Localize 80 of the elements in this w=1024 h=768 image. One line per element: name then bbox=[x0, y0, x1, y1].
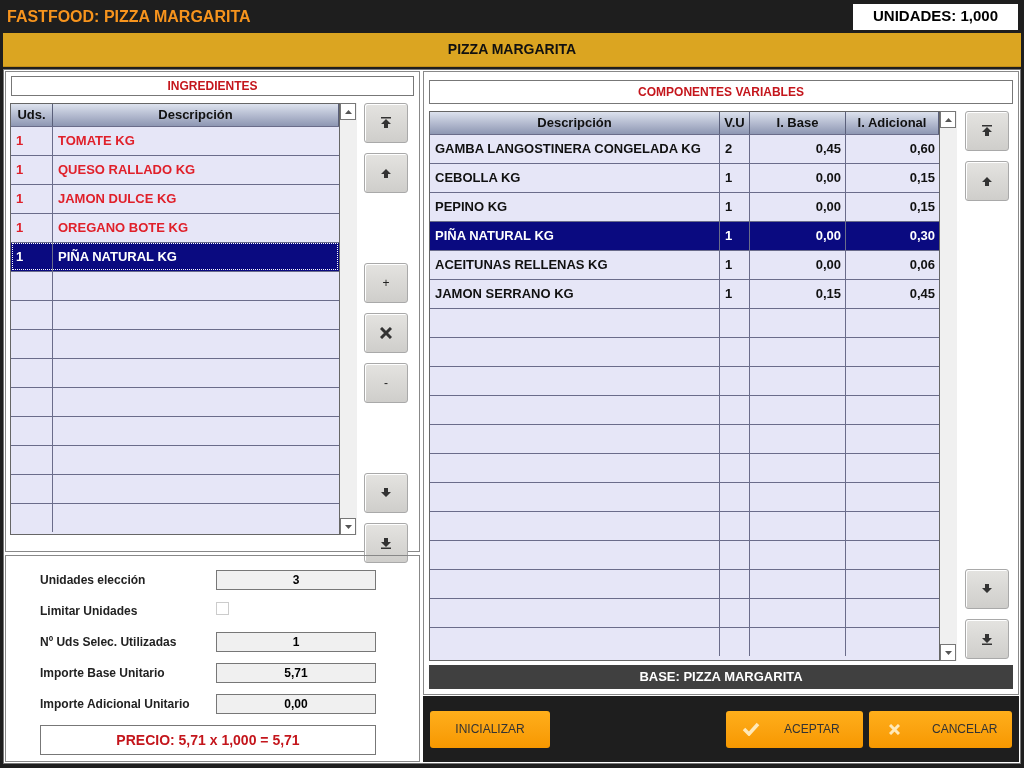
move-end-button[interactable] bbox=[364, 523, 408, 563]
table-cell-text: 0,45 bbox=[908, 285, 936, 304]
arrow-up-icon bbox=[380, 167, 392, 179]
value-field[interactable]: 5,71 bbox=[216, 663, 376, 683]
value-field[interactable]: 1 bbox=[216, 632, 376, 652]
ingredient-row[interactable]: 1 PIÑA NATURAL KG bbox=[11, 242, 339, 271]
arrow-to-bottom-icon bbox=[380, 537, 392, 549]
arrow-up-icon bbox=[981, 175, 993, 187]
ingredient-row[interactable]: 1 TOMATE KG bbox=[11, 126, 339, 155]
table-cell-text: QUESO RALLADO KG bbox=[57, 161, 197, 180]
component-row[interactable]: PIÑA NATURAL KG 1 0,00 0,30 bbox=[430, 221, 939, 250]
price-display: PRECIO: 5,71 x 1,000 = 5,71 bbox=[40, 725, 376, 755]
field-label: Limitar Unidades bbox=[40, 603, 139, 620]
close-icon bbox=[889, 723, 900, 735]
move-end-button[interactable] bbox=[364, 103, 408, 143]
close-icon bbox=[380, 327, 392, 339]
scroll-down-icon bbox=[344, 524, 352, 529]
value-field[interactable]: 3 bbox=[216, 570, 376, 590]
ingredient-row[interactable]: 1 JAMON DULCE KG bbox=[11, 184, 339, 213]
move-button[interactable] bbox=[965, 569, 1009, 609]
section-title: INGREDIENTES bbox=[11, 76, 414, 96]
delete-button[interactable] bbox=[364, 313, 408, 353]
component-row[interactable]: CEBOLLA KG 1 0,00 0,15 bbox=[430, 163, 939, 192]
column-header: Descripción bbox=[430, 112, 720, 134]
checkbox[interactable] bbox=[216, 601, 229, 615]
side-button[interactable]: - bbox=[364, 363, 408, 403]
scrollbar[interactable] bbox=[940, 111, 957, 661]
table-cell-text: JAMON DULCE KG bbox=[57, 190, 178, 209]
component-row[interactable]: JAMON SERRANO KG 1 0,15 0,45 bbox=[430, 279, 939, 308]
field-label: Importe Adicional Unitario bbox=[40, 696, 191, 713]
table-cell-text: 0,30 bbox=[908, 227, 936, 246]
ingredient-row[interactable]: 1 OREGANO BOTE KG bbox=[11, 213, 339, 242]
move-button[interactable] bbox=[364, 473, 408, 513]
column-header: Descripción bbox=[53, 104, 339, 126]
header-bar: PIZZA MARGARITA bbox=[3, 33, 1021, 67]
field-label: Unidades elección bbox=[40, 572, 147, 589]
arrow-down-icon bbox=[981, 583, 993, 595]
table-cell: 1 bbox=[720, 280, 750, 308]
table-cell-text: 0,15 bbox=[908, 198, 936, 217]
column-header: I. Adicional bbox=[846, 112, 939, 134]
table-cell-text: OREGANO BOTE KG bbox=[57, 219, 189, 238]
arrow-down-icon bbox=[380, 487, 392, 499]
table-cell-text: TOMATE KG bbox=[57, 132, 136, 151]
section-title: COMPONENTES VARIABLES bbox=[429, 80, 1013, 104]
move-button[interactable] bbox=[364, 153, 408, 193]
field-label: Nº Uds Selec. Utilizadas bbox=[40, 634, 178, 651]
table-cell: 0,15 bbox=[750, 280, 846, 308]
scrollbar[interactable] bbox=[340, 103, 357, 535]
ingredient-row[interactable]: 1 QUESO RALLADO KG bbox=[11, 155, 339, 184]
component-row[interactable]: PEPINO KG 1 0,00 0,15 bbox=[430, 192, 939, 221]
check-icon bbox=[742, 722, 760, 736]
cancel-button[interactable]: CANCELAR bbox=[869, 710, 1012, 748]
column-header: V.U bbox=[720, 112, 750, 134]
window-title: FASTFOOD: PIZZA MARGARITA bbox=[6, 6, 251, 27]
scroll-up-icon bbox=[344, 109, 352, 114]
component-row[interactable]: GAMBA LANGOSTINERA CONGELADA KG 2 0,45 0,60 bbox=[430, 134, 939, 163]
table-cell-text: PIÑA NATURAL KG bbox=[57, 248, 178, 267]
move-end-button[interactable] bbox=[965, 111, 1009, 151]
arrow-to-bottom-icon bbox=[981, 633, 993, 645]
reset-button[interactable]: INICIALIZAR bbox=[430, 710, 550, 748]
column-header: Uds. bbox=[11, 104, 53, 126]
side-button[interactable]: + bbox=[364, 263, 408, 303]
base-bar: BASE: PIZZA MARGARITA bbox=[429, 665, 1013, 689]
scroll-down-icon bbox=[944, 650, 952, 655]
accept-button[interactable]: ACEPTAR bbox=[726, 710, 863, 748]
arrow-to-top-icon bbox=[380, 117, 392, 129]
units-display: UNIDADES: 1,000 bbox=[853, 3, 1018, 30]
table-cell-text: 0,15 bbox=[908, 169, 936, 188]
scroll-up-icon bbox=[944, 117, 952, 122]
column-header: I. Base bbox=[750, 112, 846, 134]
move-button[interactable] bbox=[965, 161, 1009, 201]
table-cell: 1 bbox=[11, 243, 53, 271]
value-field[interactable]: 0,00 bbox=[216, 694, 376, 714]
component-row[interactable]: ACEITUNAS RELLENAS KG 1 0,00 0,06 bbox=[430, 250, 939, 279]
arrow-to-top-icon bbox=[981, 125, 993, 137]
field-label: Importe Base Unitario bbox=[40, 665, 166, 682]
move-end-button[interactable] bbox=[965, 619, 1009, 659]
table-cell: JAMON SERRANO KG bbox=[430, 280, 720, 308]
table-cell-text: 0,06 bbox=[908, 256, 936, 275]
table-cell-text: 0,60 bbox=[908, 140, 936, 159]
